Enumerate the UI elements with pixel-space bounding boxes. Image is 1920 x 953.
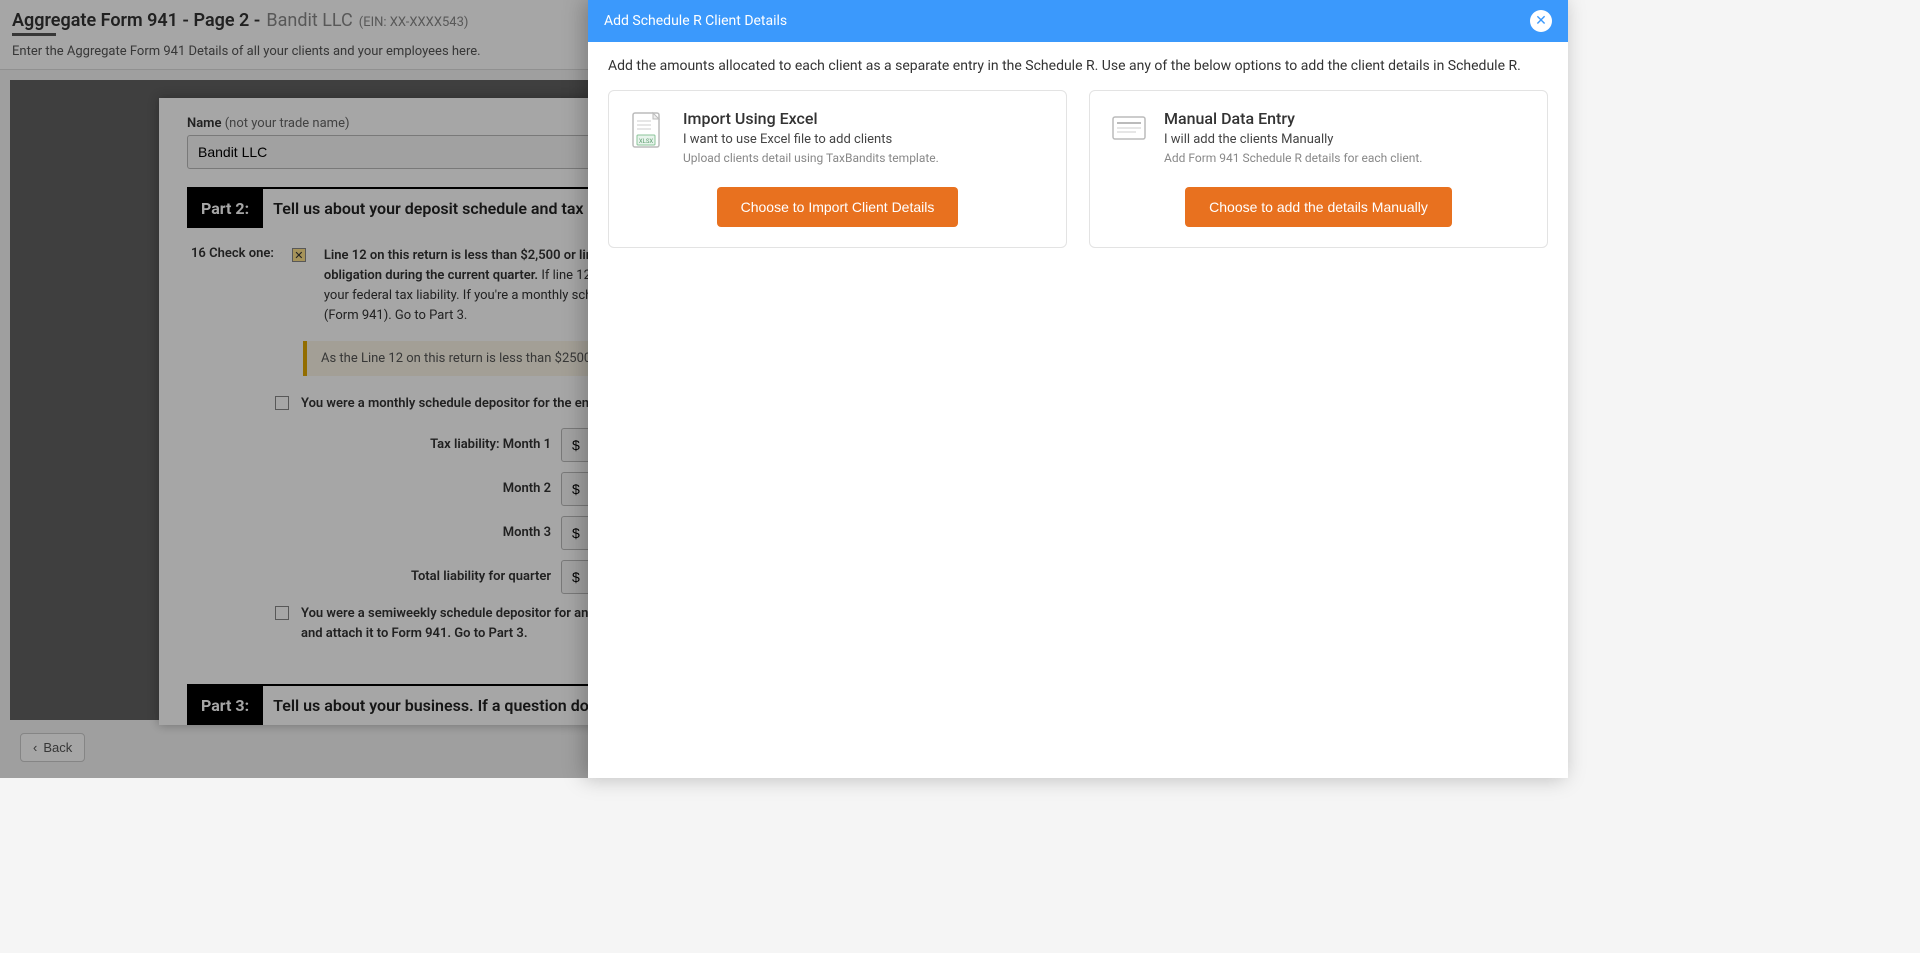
- import-title: Import Using Excel: [683, 109, 939, 128]
- manual-button[interactable]: Choose to add the details Manually: [1185, 187, 1452, 227]
- manual-sub2: Add Form 941 Schedule R details for each…: [1164, 151, 1422, 165]
- modal-instructions: Add the amounts allocated to each client…: [608, 58, 1548, 74]
- import-button[interactable]: Choose to Import Client Details: [717, 187, 959, 227]
- modal-title: Add Schedule R Client Details: [604, 13, 787, 29]
- excel-icon: XLSX: [627, 109, 669, 151]
- close-icon: ✕: [1535, 13, 1547, 29]
- option-card-import: XLSX Import Using Excel I want to use Ex…: [608, 90, 1067, 248]
- manual-title: Manual Data Entry: [1164, 109, 1422, 128]
- close-button[interactable]: ✕: [1530, 10, 1552, 32]
- option-card-manual: Manual Data Entry I will add the clients…: [1089, 90, 1548, 248]
- form-icon: [1108, 109, 1150, 151]
- import-sub2: Upload clients detail using TaxBandits t…: [683, 151, 939, 165]
- import-sub1: I want to use Excel file to add clients: [683, 132, 939, 147]
- svg-text:XLSX: XLSX: [639, 138, 654, 145]
- modal-header: Add Schedule R Client Details ✕: [588, 0, 1568, 42]
- manual-sub1: I will add the clients Manually: [1164, 132, 1422, 147]
- modal-panel: Add Schedule R Client Details ✕ Add the …: [588, 0, 1568, 778]
